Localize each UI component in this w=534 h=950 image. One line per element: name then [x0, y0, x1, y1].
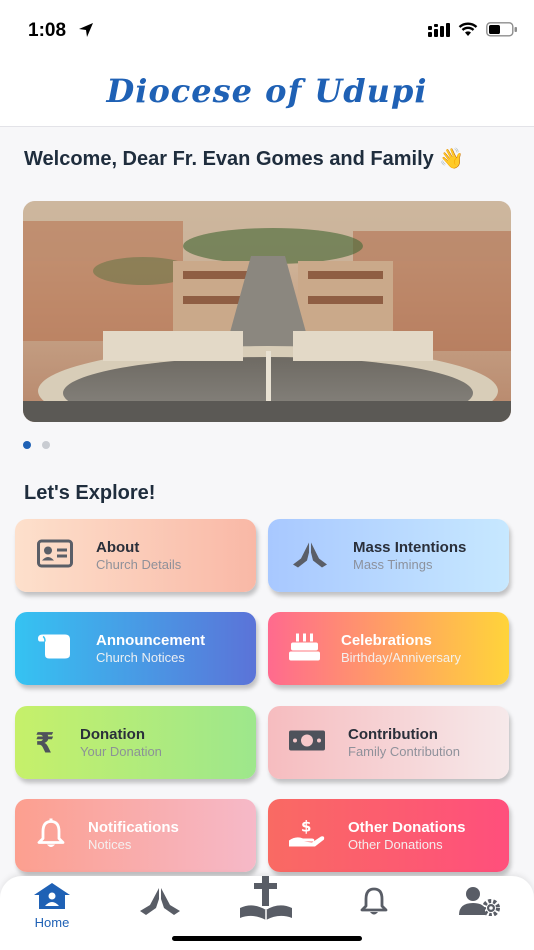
bible-cross-icon [237, 876, 295, 930]
bell-icon [37, 818, 65, 853]
status-bar: 1:08 [0, 0, 534, 60]
about-title: About [96, 539, 140, 556]
notifications-subtitle: Notices [88, 837, 132, 852]
money-bill-icon [288, 728, 326, 757]
banner-carousel[interactable] [23, 201, 511, 422]
celebrations-card[interactable]: Celebrations Birthday/Anniversary [268, 612, 509, 685]
carousel-indicator [23, 441, 50, 449]
signal-icon [428, 22, 450, 42]
donation-title: Donation [80, 726, 145, 743]
carousel-dot-1[interactable] [23, 441, 31, 449]
nav-home[interactable]: Home [32, 882, 72, 930]
app-title: Diocese of Udupi [106, 72, 428, 110]
battery-icon [486, 22, 518, 42]
bell-icon [358, 887, 390, 920]
announcement-subtitle: Church Notices [96, 650, 185, 665]
celebrations-title: Celebrations [341, 632, 432, 649]
announcement-title: Announcement [96, 632, 206, 649]
user-settings-icon [458, 887, 502, 920]
other-donations-card[interactable]: $ Other Donations Other Donations [268, 799, 509, 872]
hand-holding-dollar-icon: $ [288, 817, 326, 853]
svg-text:$: $ [301, 818, 311, 835]
other-donations-title: Other Donations [348, 819, 466, 836]
notifications-card[interactable]: Notifications Notices [15, 799, 256, 872]
nav-mass-intentions[interactable] [138, 886, 182, 921]
contribution-card[interactable]: Contribution Family Contribution [268, 706, 509, 779]
cake-icon [288, 631, 320, 666]
carousel-dot-2[interactable] [42, 441, 50, 449]
contribution-subtitle: Family Contribution [348, 744, 460, 759]
home-icon [32, 883, 72, 914]
praying-hands-icon [138, 888, 182, 920]
notifications-title: Notifications [88, 819, 179, 836]
home-indicator[interactable] [172, 936, 362, 941]
celebrations-subtitle: Birthday/Anniversary [341, 650, 461, 665]
vatican-city-image [23, 201, 511, 422]
announcement-card[interactable]: Announcement Church Notices [15, 612, 256, 685]
welcome-message: Welcome, Dear Fr. Evan Gomes and Family … [24, 148, 465, 170]
status-indicators [428, 22, 518, 42]
mass-intentions-title: Mass Intentions [353, 539, 467, 556]
nav-profile-settings[interactable] [458, 886, 502, 921]
nav-notifications[interactable] [358, 886, 390, 921]
mass-intentions-subtitle: Mass Timings [353, 557, 433, 572]
praying-hands-icon [290, 538, 330, 573]
explore-heading: Let's Explore! [24, 482, 156, 504]
contribution-title: Contribution [348, 726, 438, 743]
id-card-icon [37, 539, 73, 572]
about-card[interactable]: About Church Details [15, 519, 256, 592]
location-arrow-icon [78, 22, 94, 43]
status-time: 1:08 [28, 20, 67, 41]
scroll-icon [37, 632, 73, 665]
donation-card[interactable]: ₹ Donation Your Donation [15, 706, 256, 779]
wifi-icon [458, 22, 478, 42]
about-subtitle: Church Details [96, 557, 182, 572]
donation-subtitle: Your Donation [80, 744, 162, 759]
mass-intentions-card[interactable]: Mass Intentions Mass Timings [268, 519, 509, 592]
other-donations-subtitle: Other Donations [348, 837, 443, 852]
nav-bible[interactable] [237, 868, 295, 926]
rupee-icon: ₹ [35, 727, 55, 758]
app-header: Diocese of Udupi [0, 60, 534, 127]
nav-home-label: Home [34, 915, 70, 930]
